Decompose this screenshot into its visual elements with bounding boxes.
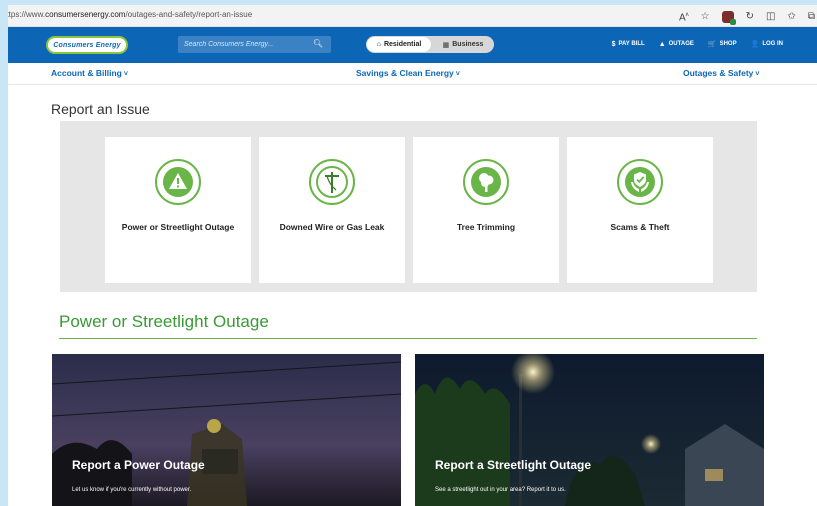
outage-label: OUTAGE	[668, 41, 694, 47]
nav-account-billing[interactable]: Account & Billing ˅	[51, 68, 128, 78]
split-screen-icon[interactable]: ◫	[766, 10, 775, 24]
collections-icon[interactable]: ⧉	[808, 10, 815, 24]
card-label: Power or Streetlight Outage	[121, 222, 235, 232]
building-icon: ▦	[442, 41, 450, 49]
search-input[interactable]	[184, 38, 304, 51]
card-power-outage[interactable]: Power or Streetlight Outage	[105, 137, 251, 283]
card-downed-wire[interactable]: Downed Wire or Gas Leak	[259, 137, 405, 283]
chevron-down-icon: ˅	[123, 71, 128, 78]
refresh-icon[interactable]: ↻	[746, 10, 754, 24]
chevron-down-icon: ˅	[755, 71, 760, 78]
outage-link[interactable]: ▲ OUTAGE	[659, 40, 694, 48]
pay-bill-link[interactable]: $ PAY BILL	[612, 40, 645, 48]
nav-account-label: Account & Billing	[51, 68, 122, 78]
card-label: Scams & Theft	[610, 222, 670, 232]
utility-pole-icon	[309, 159, 355, 205]
shield-hands-icon	[617, 159, 663, 205]
lineworker-photo	[52, 354, 401, 506]
nav-savings-clean-energy[interactable]: Savings & Clean Energy ˅	[356, 68, 460, 78]
pay-bill-label: PAY BILL	[618, 41, 645, 47]
report-issue-panel: Power or Streetlight Outage Downed Wire …	[60, 121, 757, 292]
favorite-icon[interactable]: ☆	[701, 10, 710, 24]
tile-report-streetlight-outage[interactable]: Report a Streetlight Outage See a street…	[415, 354, 764, 506]
browser-window: https://www.consumersenergy.com/outages-…	[8, 5, 817, 506]
chevron-down-icon: ˅	[455, 71, 460, 78]
warning-triangle-icon: ▲	[658, 40, 666, 48]
nav-savings-label: Savings & Clean Energy	[356, 68, 454, 78]
tile-heading: Report a Streetlight Outage	[435, 458, 592, 472]
shop-link[interactable]: 🛒 SHOP	[708, 40, 737, 48]
user-icon: 👤	[750, 41, 760, 48]
url-host: consumersenergy.com	[45, 10, 126, 19]
tile-subtext: Let us know if you're currently without …	[72, 487, 192, 493]
nav-outages-label: Outages & Safety	[683, 68, 754, 78]
tile-heading: Report a Power Outage	[72, 458, 205, 472]
card-tree-trimming[interactable]: Tree Trimming	[413, 137, 559, 283]
card-label: Tree Trimming	[456, 222, 516, 232]
customer-type-toggle: ⌂ Residential ▦ Business	[366, 36, 494, 53]
warning-icon	[155, 159, 201, 205]
screen: https://www.consumersenergy.com/outages-…	[0, 0, 817, 506]
streetlight-photo	[415, 354, 764, 506]
residential-label: Residential	[383, 41, 422, 48]
dollar-icon: $	[611, 40, 616, 48]
nav-outages-safety[interactable]: Outages & Safety ˅	[683, 68, 759, 78]
site-header: Consumers Energy 🔍︎ ⌂ Residential ▦ Busi…	[8, 27, 817, 63]
card-label: Downed Wire or Gas Leak	[279, 222, 385, 232]
residential-option[interactable]: ⌂ Residential	[367, 37, 431, 52]
utility-links: $ PAY BILL ▲ OUTAGE 🛒 SHOP 👤 LOG IN	[612, 40, 783, 49]
consumers-energy-logo[interactable]: Consumers Energy	[46, 36, 128, 54]
tile-subtext: See a streetlight out in your area? Repo…	[435, 487, 566, 493]
url-path: /outages-and-safety/report-an-issue	[125, 10, 253, 19]
section-divider	[59, 338, 757, 339]
logo-text: Consumers Energy	[53, 41, 121, 49]
browser-toolbar: https://www.consumersenergy.com/outages-…	[8, 5, 817, 27]
home-icon: ⌂	[376, 41, 381, 48]
address-bar[interactable]: https://www.consumersenergy.com/outages-…	[8, 10, 252, 19]
search-icon[interactable]: 🔍︎	[313, 39, 323, 48]
log-in-link[interactable]: 👤 LOG IN	[751, 40, 783, 48]
url-prefix: https://www.	[8, 10, 46, 19]
main-nav: Account & Billing ˅ Savings & Clean Energ…	[8, 63, 817, 85]
business-option[interactable]: ▦ Business	[434, 36, 492, 53]
favorites-icon[interactable]: ✩	[787, 10, 795, 24]
section-title: Power or Streetlight Outage	[59, 312, 269, 331]
page-title: Report an Issue	[51, 101, 150, 117]
shop-label: SHOP	[719, 41, 737, 47]
card-scams-theft[interactable]: Scams & Theft	[567, 137, 713, 283]
search-box: 🔍︎	[178, 36, 331, 53]
cart-icon: 🛒	[707, 41, 717, 48]
business-label: Business	[452, 41, 484, 48]
tile-report-power-outage[interactable]: Report a Power Outage Let us know if you…	[52, 354, 401, 506]
log-in-label: LOG IN	[762, 41, 783, 47]
read-aloud-icon[interactable]: Aʌ	[679, 8, 689, 25]
tree-icon	[463, 159, 509, 205]
extension-icon[interactable]	[721, 10, 736, 25]
